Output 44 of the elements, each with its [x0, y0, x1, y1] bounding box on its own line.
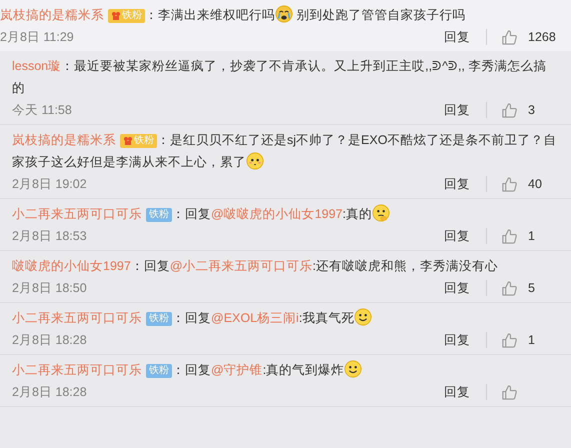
reply-button[interactable]: 回复	[444, 384, 470, 400]
fan-badge: 铁粉	[120, 134, 157, 148]
thumbs-up-icon	[501, 280, 518, 296]
like-button[interactable]: 5	[501, 280, 559, 296]
timestamp: 2月8日 18:50	[12, 280, 87, 296]
blushing-face-icon	[246, 152, 264, 170]
timestamp: 2月8日 18:28	[12, 384, 87, 400]
timestamp: 2月8日 19:02	[12, 176, 87, 192]
thumbs-up-icon	[501, 228, 518, 244]
like-button[interactable]: 40	[501, 176, 559, 192]
fan-badge: 铁粉	[146, 364, 172, 378]
like-button[interactable]: 1	[501, 332, 559, 348]
reply-button[interactable]: 回复	[444, 228, 470, 244]
comment-text: 小二再来五两可口可乐 铁粉 ：回复@守护锥:真的气到爆炸	[12, 359, 559, 381]
fan-badge: 铁粉	[108, 8, 145, 23]
thumbs-up-icon	[501, 384, 518, 400]
reply-button[interactable]: 回复	[444, 280, 470, 296]
comment-text: 岚枝搞的是糯米系 铁粉 ：是红贝贝不红了还是sj不帅了？是EXO不酷炫了还是条不前卫了？自家孩子这么好但是李满从来不上心，累了	[12, 132, 558, 172]
timestamp: 2月8日 18:28	[12, 332, 87, 348]
timestamp: 2月8日 18:53	[12, 228, 87, 244]
thumbs-up-icon	[501, 332, 518, 348]
thumbs-up-icon	[501, 28, 518, 46]
fan-badge: 铁粉	[146, 312, 172, 326]
thinking-face-icon	[372, 204, 390, 222]
like-button[interactable]: 1268	[501, 28, 559, 46]
fan-badge: 铁粉	[146, 208, 172, 222]
timestamp: 2月8日 11:29	[0, 28, 74, 46]
comment-text: 小二再来五两可口可乐 铁粉 ：回复@啵啵虎的小仙女1997:真的	[12, 203, 559, 225]
reply-button[interactable]: 回复	[444, 28, 470, 46]
thumbs-up-icon	[501, 176, 518, 192]
comment-text: 啵啵虎的小仙女1997：回复@小二再来五两可口可乐:还有啵啵虎和熊，李秀满没有心	[12, 258, 499, 275]
smiley-face-icon	[344, 360, 362, 378]
reply-button[interactable]: 回复	[444, 176, 470, 192]
comment-text: 岚枝搞的是糯米系 铁粉 ：李满出来维权吧行吗 别到处跑了管管自家孩子行吗	[0, 4, 559, 26]
comment-text: lesson璇：最近要被某家粉丝逼疯了，抄袭了不肯承认。又上升到正主哎,,ᕲ^ᕲ,, 李秀满怎么搞的	[12, 58, 548, 97]
reply-button[interactable]: 回复	[444, 332, 470, 348]
crying-face-icon	[275, 5, 293, 23]
like-button[interactable]: 1	[501, 228, 559, 244]
like-button[interactable]: 3	[501, 102, 559, 118]
thumbs-up-icon	[501, 102, 518, 118]
timestamp: 今天 11:58	[12, 102, 72, 118]
smiley-face-icon	[354, 308, 372, 326]
comment-text: 小二再来五两可口可乐 铁粉 ：回复@EXOL杨三闹i:我真气死	[12, 307, 559, 329]
reply-button[interactable]: 回复	[444, 102, 470, 118]
